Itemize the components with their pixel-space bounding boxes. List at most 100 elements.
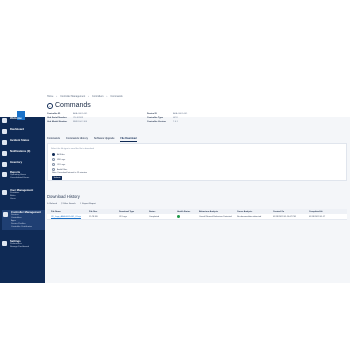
download-history-table: File Name File Size Download Type Status… bbox=[47, 209, 347, 220]
column-header[interactable]: File Name bbox=[47, 211, 89, 213]
column-header[interactable]: File Size bbox=[89, 211, 119, 213]
sidebar-subitem[interactable]: Controller Certificates bbox=[11, 226, 41, 229]
refresh-button[interactable]: ⟳ Refresh bbox=[47, 202, 57, 205]
sidebar-item-settings[interactable]: Settings Preferences Storage Dashboard bbox=[2, 240, 29, 249]
download-history-title: Download History bbox=[47, 194, 80, 199]
table-cell: Completed bbox=[149, 215, 160, 218]
detail-key: Device ID bbox=[147, 113, 157, 115]
app-frame: ← Welcome Dashboard Incident Status Noti… bbox=[0, 95, 350, 283]
table-cell: Overall Normal Behaviour Detected bbox=[199, 215, 232, 218]
detail-key: Controller Type bbox=[147, 117, 164, 119]
detail-row: Controller Version 7.0.1 bbox=[147, 121, 178, 123]
page-header: ← Commands bbox=[47, 102, 91, 109]
radio-all-files[interactable]: All Files bbox=[52, 153, 65, 156]
sidebar-item-welcome[interactable]: Welcome bbox=[2, 117, 22, 123]
radio-label: Audit Files bbox=[57, 168, 68, 171]
sidebar: ← Welcome Dashboard Incident Status Noti… bbox=[0, 103, 45, 283]
column-header[interactable]: Completed At bbox=[309, 211, 339, 213]
sidebar-item-label: Inventory bbox=[10, 161, 23, 164]
submit-button[interactable]: Submit bbox=[52, 175, 62, 180]
file-download-panel: Select the file type to send the file to… bbox=[47, 143, 347, 181]
breadcrumb-controller-management[interactable]: Controller Management bbox=[60, 95, 85, 98]
file-name-link[interactable]: CF_Logs_AEA-0001-001_01.zip bbox=[47, 216, 89, 218]
radio-label: All Files bbox=[57, 153, 65, 156]
sidebar-item-label: Welcome bbox=[10, 117, 22, 120]
main-content: Home › Controller Management › Controlle… bbox=[45, 95, 350, 283]
page-title: Commands bbox=[55, 102, 91, 109]
radio-label: CF Logs bbox=[57, 163, 66, 166]
column-header[interactable]: Created On bbox=[273, 211, 309, 213]
export-label: Export Report bbox=[82, 203, 96, 205]
dashboard-icon bbox=[2, 129, 7, 134]
filter-label: Filter Search bbox=[63, 203, 76, 205]
sidebar-subitem[interactable]: Users bbox=[10, 198, 33, 201]
radio-cf-logs[interactable]: CF Logs bbox=[52, 163, 65, 166]
detail-value: HCU bbox=[173, 117, 178, 119]
tab-file-download[interactable]: File Download bbox=[120, 137, 137, 142]
breadcrumb-separator: › bbox=[56, 95, 58, 98]
detail-row: Controller ID AEA-0001-001 bbox=[47, 113, 87, 115]
column-header[interactable]: Status bbox=[149, 211, 177, 213]
table-cell: 15.78 KB bbox=[89, 215, 98, 218]
detail-key: Controller Version bbox=[147, 121, 166, 123]
tab-commands-history[interactable]: Commands History bbox=[66, 137, 88, 142]
detail-value: 7.0.1 bbox=[173, 121, 178, 123]
breadcrumb-separator: › bbox=[88, 95, 89, 98]
sidebar-item-dashboard[interactable]: Dashboard bbox=[2, 128, 24, 134]
refresh-label: Refresh bbox=[49, 203, 58, 205]
users-icon bbox=[2, 190, 7, 195]
radio-unchecked-icon bbox=[52, 163, 55, 166]
sidebar-item-inventory[interactable]: Inventory bbox=[2, 161, 22, 167]
collapse-sidebar-icon[interactable]: ← bbox=[2, 103, 7, 109]
detail-value: CU-00108 bbox=[73, 117, 83, 119]
sidebar-item-notifications[interactable]: Notifications (0) bbox=[2, 150, 30, 156]
detail-value: AEA-0001-001 bbox=[173, 113, 188, 115]
breadcrumb-controllers[interactable]: Controllers bbox=[92, 95, 104, 98]
detail-row: Unit Serial Number CU-00108 bbox=[47, 117, 83, 119]
sidebar-subitem[interactable]: Storage Dashboard bbox=[10, 246, 29, 249]
detail-key: Unit Model Number bbox=[47, 121, 68, 123]
sidebar-item-incident-status[interactable]: Incident Status bbox=[2, 139, 29, 145]
tab-software-upgrade[interactable]: Software Upgrade bbox=[94, 137, 114, 142]
radio-xb-logs[interactable]: XB Logs bbox=[52, 158, 65, 161]
sidebar-item-label: Notifications (0) bbox=[10, 150, 31, 153]
table-cell: No abnormalities detected bbox=[237, 215, 262, 218]
radio-checked-icon bbox=[52, 153, 55, 156]
table-cell: 01/18/2023 01:10:07 PM bbox=[273, 215, 296, 218]
radio-audit-files[interactable]: Audit Files bbox=[52, 168, 67, 171]
sidebar-subitem[interactable]: Consolidated Hours bbox=[10, 177, 29, 180]
panel-hint: Select the file type to send the file to… bbox=[51, 148, 94, 150]
table-cell: 01/18/2023 01:17 bbox=[309, 215, 326, 218]
breadcrumb-home[interactable]: Home bbox=[47, 95, 53, 98]
healthy-status-icon bbox=[177, 214, 180, 218]
alert-icon bbox=[2, 140, 7, 145]
column-header[interactable]: Download Type bbox=[119, 211, 149, 213]
breadcrumb-separator: › bbox=[106, 95, 108, 98]
export-button[interactable]: ⇩ Export Report bbox=[80, 202, 96, 205]
detail-value: AEA-0001-001 bbox=[73, 113, 88, 115]
radio-unchecked-icon bbox=[52, 158, 55, 161]
server-icon bbox=[3, 212, 8, 217]
detail-row: Device ID AEA-0001-001 bbox=[147, 113, 187, 115]
table-cell: CF Logs bbox=[119, 215, 127, 218]
detail-key: Unit Serial Number bbox=[47, 117, 67, 119]
gear-icon bbox=[2, 241, 7, 246]
detail-row: Unit Model Number RM01-HC-100 bbox=[47, 121, 87, 123]
sidebar-item-label: Incident Status bbox=[10, 139, 30, 142]
filter-button[interactable]: ⚲ Filter Search bbox=[61, 202, 76, 205]
radio-label: XB Logs bbox=[57, 158, 66, 161]
column-header[interactable]: Cause Analysis bbox=[237, 211, 273, 213]
sidebar-item-reports[interactable]: Reports Operating Hours Consolidated Hou… bbox=[2, 171, 29, 180]
back-arrow-icon[interactable]: ← bbox=[47, 102, 53, 109]
sidebar-item-user-management[interactable]: User Management Providers Roles Users bbox=[2, 189, 33, 201]
tab-bar: Commands Commands History Software Upgra… bbox=[47, 137, 137, 142]
detail-key: Controller ID bbox=[47, 113, 61, 115]
download-history-actions: ⟳ Refresh ⚲ Filter Search ⇩ Export Repor… bbox=[47, 202, 96, 205]
detail-value: RM01-HC-100 bbox=[73, 121, 88, 123]
sidebar-item-controller-management[interactable]: Controller Management Devices Controller… bbox=[2, 210, 45, 230]
tab-commands[interactable]: Commands bbox=[47, 137, 60, 142]
breadcrumb-current: Commands bbox=[110, 95, 123, 98]
home-icon bbox=[2, 118, 7, 123]
column-header[interactable]: Behaviour Analysis bbox=[199, 211, 237, 213]
column-header[interactable]: Health Status bbox=[177, 211, 199, 213]
